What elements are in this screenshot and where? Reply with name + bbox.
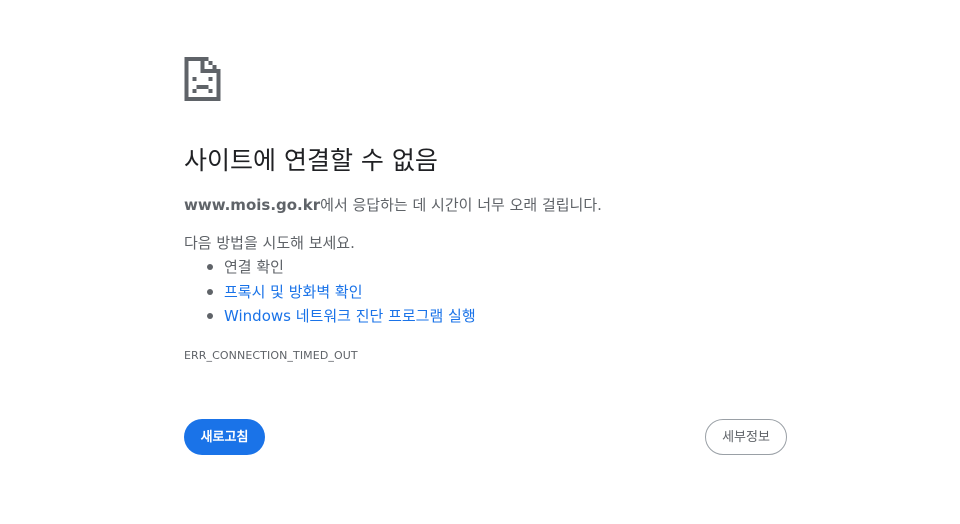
suggestion-run-diagnostics: Windows 네트워크 진단 프로그램 실행	[184, 305, 476, 330]
suggestion-check-proxy-firewall: 프록시 및 방화벽 확인	[184, 281, 476, 306]
suggestions-list: 연결 확인 프록시 및 방화벽 확인 Windows 네트워크 진단 프로그램 …	[184, 256, 476, 330]
bullet-icon	[207, 288, 213, 295]
suggestion-label: 연결 확인	[224, 258, 284, 276]
site-host: www.mois.go.kr	[184, 196, 321, 214]
suggestions-intro: 다음 방법을 시도해 보세요.	[184, 234, 355, 252]
page-title: 사이트에 연결할 수 없음	[184, 146, 438, 175]
check-proxy-firewall-link[interactable]: 프록시 및 방화벽 확인	[224, 283, 363, 301]
bullet-icon	[207, 313, 213, 319]
run-network-diagnostics-link[interactable]: Windows 네트워크 진단 프로그램 실행	[224, 307, 476, 325]
error-page: 사이트에 연결할 수 없음 www.mois.go.kr에서 응답하는 데 시간…	[0, 0, 960, 524]
reload-button[interactable]: 새로고침	[184, 419, 265, 455]
suggestion-check-connection: 연결 확인	[184, 256, 476, 281]
error-summary-text: 에서 응답하는 데 시간이 너무 오래 걸립니다.	[320, 196, 602, 214]
error-code: ERR_CONNECTION_TIMED_OUT	[184, 349, 358, 362]
sad-document-icon	[184, 57, 221, 101]
details-button[interactable]: 세부정보	[705, 419, 787, 455]
bullet-icon	[207, 264, 213, 270]
error-summary: www.mois.go.kr에서 응답하는 데 시간이 너무 오래 걸립니다.	[184, 194, 602, 216]
